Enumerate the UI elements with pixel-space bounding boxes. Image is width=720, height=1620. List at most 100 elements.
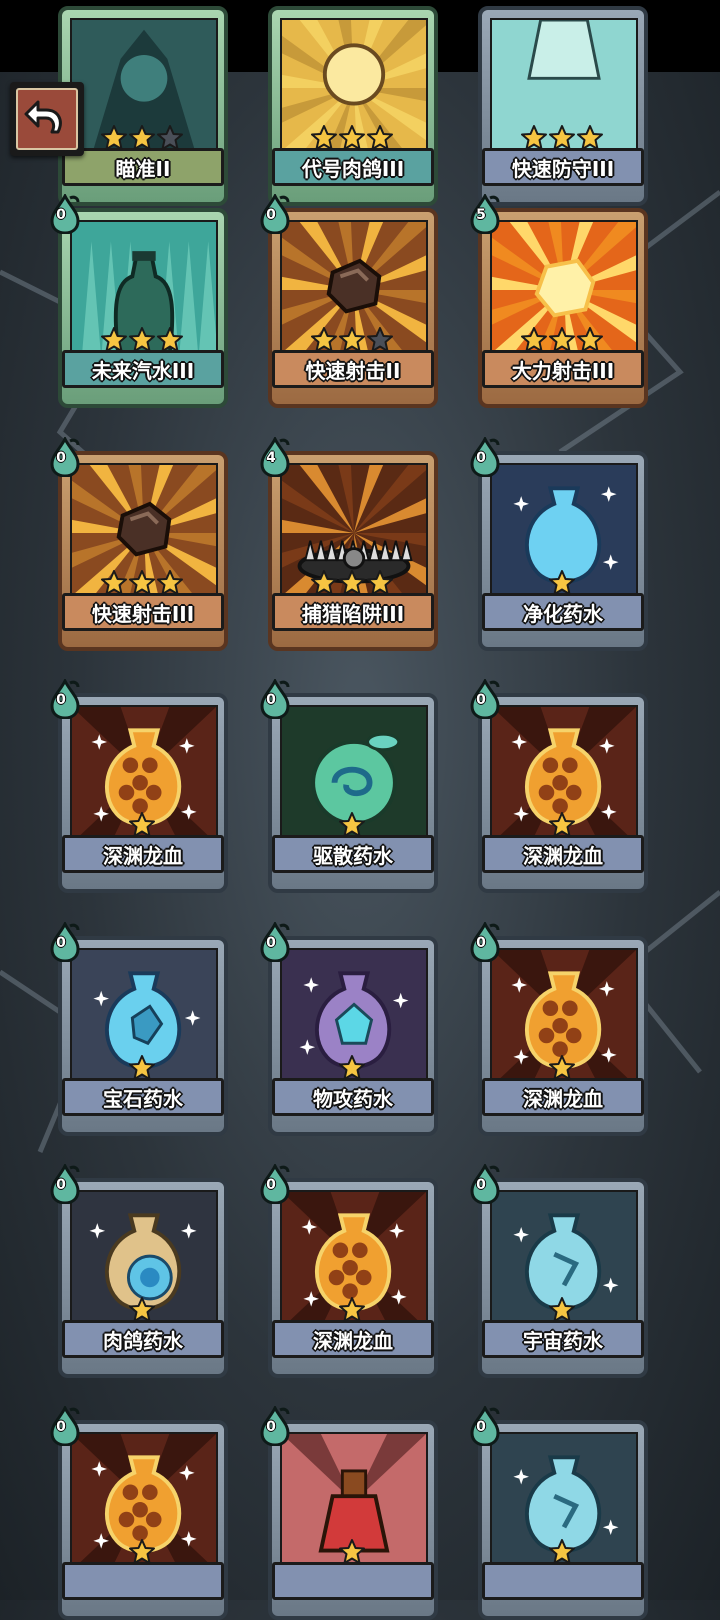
- star-rating: [474, 1539, 650, 1567]
- cost-badge: 0: [258, 1404, 292, 1447]
- card-name: 深渊龙血: [62, 835, 224, 873]
- cost-value: 0: [56, 1419, 66, 1435]
- cost-value: 0: [56, 935, 66, 951]
- skill-card[interactable]: 大力射击III 5: [470, 192, 650, 408]
- cost-badge: 0: [258, 1162, 292, 1205]
- skill-card[interactable]: 0: [470, 1404, 650, 1620]
- card-name: 驱散药水: [272, 835, 434, 873]
- back-button-face: [16, 88, 78, 150]
- star-rating: [264, 327, 440, 355]
- card-name: 捕猎陷阱III: [272, 593, 434, 631]
- cost-value: 0: [56, 1177, 66, 1193]
- star-filled-icon: [339, 1055, 365, 1083]
- star-rating: [54, 570, 230, 598]
- skill-card[interactable]: 净化药水 0: [470, 435, 650, 651]
- star-rating: [474, 125, 650, 153]
- cost-badge: 0: [468, 1162, 502, 1205]
- star-filled-icon: [129, 327, 155, 355]
- star-filled-icon: [367, 570, 393, 598]
- star-filled-icon: [129, 1297, 155, 1325]
- card-name: 瞄准II: [62, 148, 224, 186]
- card-name: [272, 1562, 434, 1600]
- star-rating: [264, 125, 440, 153]
- card-name: [62, 1562, 224, 1600]
- star-filled-icon: [367, 125, 393, 153]
- skill-card[interactable]: 深渊龙血 0: [470, 920, 650, 1136]
- star-filled-icon: [311, 125, 337, 153]
- star-filled-icon: [129, 1539, 155, 1567]
- cost-value: 0: [476, 935, 486, 951]
- star-filled-icon: [129, 570, 155, 598]
- card-name: 未来汽水III: [62, 350, 224, 388]
- star-filled-icon: [521, 327, 547, 355]
- star-filled-icon: [549, 327, 575, 355]
- star-filled-icon: [339, 1297, 365, 1325]
- card-name: 快速防守III: [482, 148, 644, 186]
- back-button[interactable]: [10, 82, 84, 156]
- card-name: 快速射击II: [272, 350, 434, 388]
- cost-badge: 0: [258, 192, 292, 235]
- cost-badge: 0: [48, 920, 82, 963]
- card-name: 深渊龙血: [482, 835, 644, 873]
- star-filled-icon: [549, 1539, 575, 1567]
- star-rating: [54, 327, 230, 355]
- star-rating: [264, 1539, 440, 1567]
- card-name: 宝石药水: [62, 1078, 224, 1116]
- card-name: 深渊龙血: [482, 1078, 644, 1116]
- cost-value: 0: [266, 1177, 276, 1193]
- skill-card[interactable]: 捕猎陷阱III 4: [260, 435, 440, 651]
- star-rating: [474, 1055, 650, 1083]
- skill-card[interactable]: 物攻药水 0: [260, 920, 440, 1136]
- star-rating: [474, 327, 650, 355]
- star-filled-icon: [157, 327, 183, 355]
- card-name: 肉鸽药水: [62, 1320, 224, 1358]
- star-filled-icon: [129, 812, 155, 840]
- cost-value: 4: [266, 450, 276, 466]
- skill-card[interactable]: 代号肉鸽III: [264, 0, 440, 206]
- star-filled-icon: [577, 125, 603, 153]
- star-filled-icon: [339, 812, 365, 840]
- star-filled-icon: [339, 1539, 365, 1567]
- star-filled-icon: [577, 327, 603, 355]
- skill-card[interactable]: 未来汽水III 0: [50, 192, 230, 408]
- cost-value: 0: [56, 450, 66, 466]
- skill-card[interactable]: 快速防守III: [474, 0, 650, 206]
- cost-badge: 0: [468, 435, 502, 478]
- cost-badge: 4: [258, 435, 292, 478]
- skill-card[interactable]: 驱散药水 0: [260, 677, 440, 893]
- cost-badge: 0: [48, 435, 82, 478]
- skill-card[interactable]: 0: [50, 1404, 230, 1620]
- star-filled-icon: [339, 570, 365, 598]
- star-filled-icon: [129, 125, 155, 153]
- skill-card[interactable]: 肉鸽药水 0: [50, 1162, 230, 1378]
- cost-value: 5: [476, 207, 486, 223]
- card-name: 快速射击III: [62, 593, 224, 631]
- star-rating: [264, 1297, 440, 1325]
- star-filled-icon: [549, 1055, 575, 1083]
- cost-value: 0: [476, 450, 486, 466]
- skill-card[interactable]: 0: [260, 1404, 440, 1620]
- card-name: 大力射击III: [482, 350, 644, 388]
- star-rating: [54, 1539, 230, 1567]
- star-filled-icon: [339, 327, 365, 355]
- cost-badge: 0: [468, 677, 502, 720]
- skill-card[interactable]: 宝石药水 0: [50, 920, 230, 1136]
- skill-card[interactable]: 深渊龙血 0: [260, 1162, 440, 1378]
- cost-badge: 0: [48, 677, 82, 720]
- star-filled-icon: [157, 570, 183, 598]
- cost-badge: 0: [48, 192, 82, 235]
- cost-badge: 0: [48, 1404, 82, 1447]
- cost-badge: 5: [468, 192, 502, 235]
- star-rating: [54, 812, 230, 840]
- back-arrow-icon: [24, 100, 62, 134]
- star-filled-icon: [339, 125, 365, 153]
- skill-card[interactable]: 快速射击III 0: [50, 435, 230, 651]
- star-rating: [474, 812, 650, 840]
- cost-badge: 0: [258, 920, 292, 963]
- card-name: 净化药水: [482, 593, 644, 631]
- skill-card[interactable]: 深渊龙血 0: [470, 677, 650, 893]
- cost-value: 0: [56, 207, 66, 223]
- skill-card[interactable]: 快速射击II 0: [260, 192, 440, 408]
- skill-card[interactable]: 宇宙药水 0: [470, 1162, 650, 1378]
- skill-card[interactable]: 深渊龙血 0: [50, 677, 230, 893]
